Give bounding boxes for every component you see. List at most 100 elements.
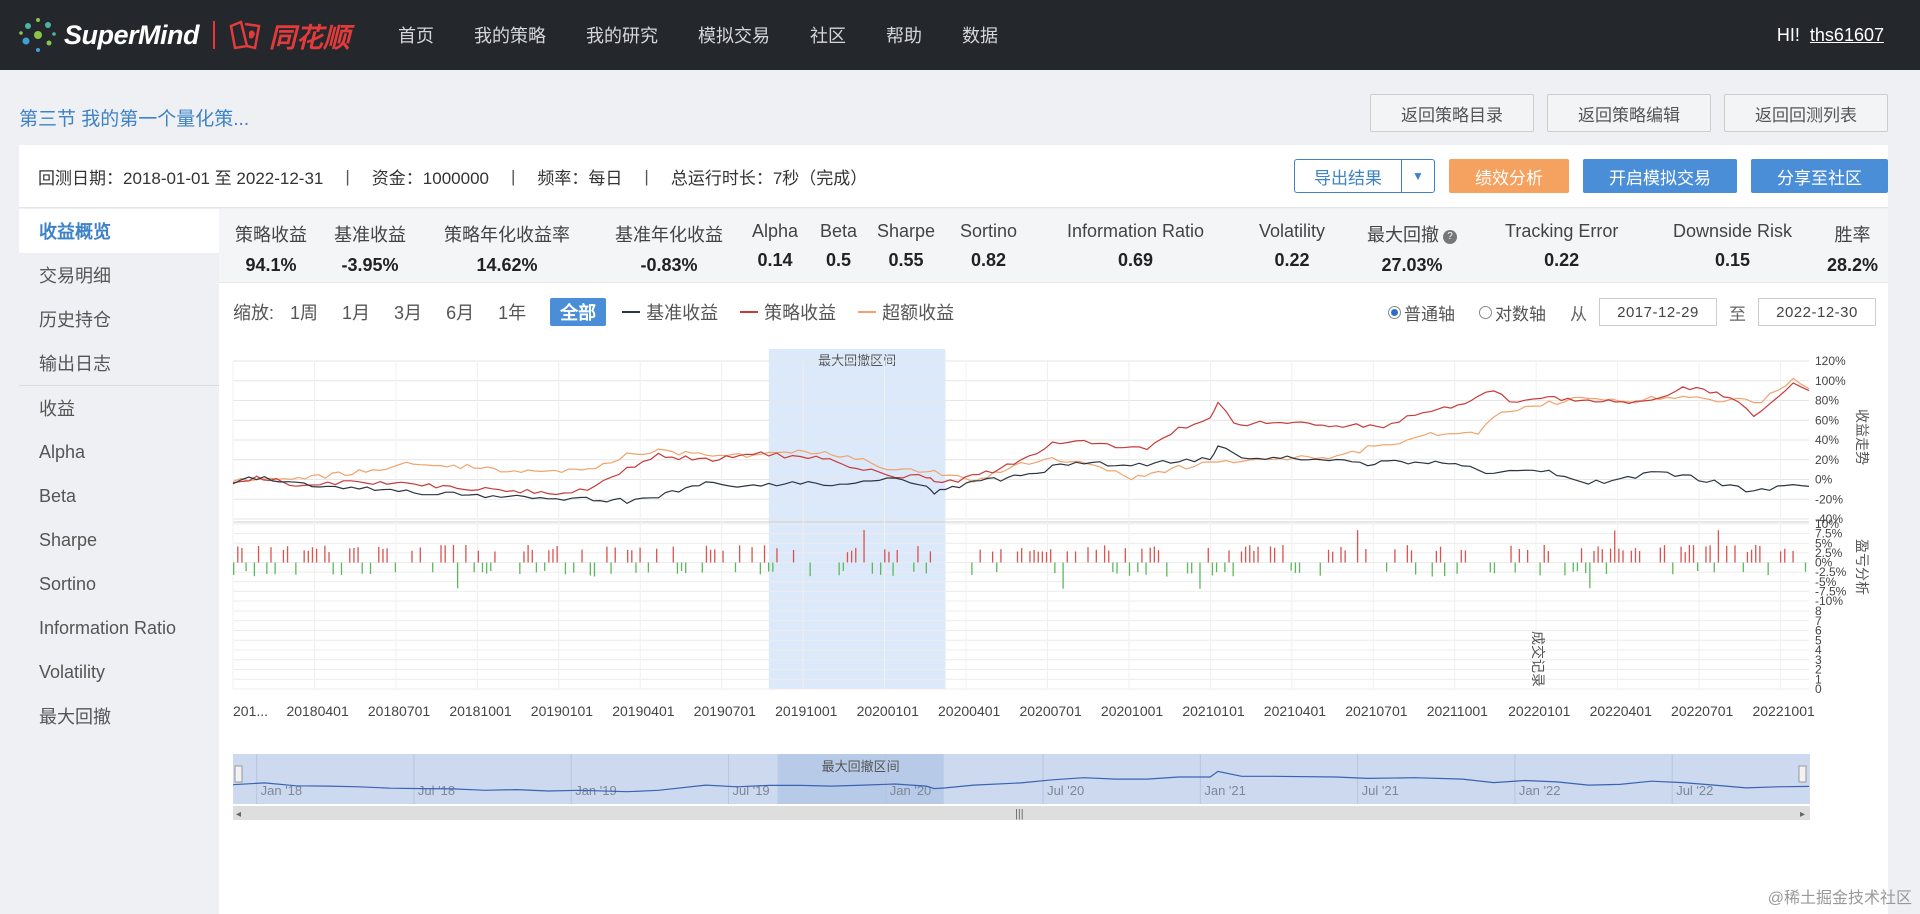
pnl-bars bbox=[233, 530, 1807, 589]
sidebar-item-logs[interactable]: 输出日志 bbox=[19, 341, 219, 385]
metric-label: Beta bbox=[820, 221, 858, 241]
sidebar-item-information-ratio[interactable]: Information Ratio bbox=[19, 606, 219, 650]
brand-name: SuperMind bbox=[64, 19, 200, 50]
navigator-right-handle[interactable] bbox=[1798, 765, 1807, 783]
profit-bar bbox=[917, 546, 919, 563]
scroll-left-icon[interactable]: ◂ bbox=[236, 809, 241, 820]
nav-data[interactable]: 数据 bbox=[962, 22, 998, 48]
axis-normal-radio[interactable]: 普通轴 bbox=[1388, 300, 1455, 325]
legend-strategy[interactable]: 策略收益 bbox=[740, 299, 836, 325]
back-to-backtest-list-button[interactable]: 返回回测列表 bbox=[1724, 94, 1888, 132]
chevron-down-icon[interactable]: ▼ bbox=[1402, 160, 1434, 192]
profit-bar bbox=[1622, 550, 1624, 563]
metric-value: 0.5 bbox=[826, 250, 852, 270]
zoom-1y[interactable]: 1年 bbox=[498, 299, 526, 325]
loss-bar bbox=[1191, 562, 1193, 574]
nav-help[interactable]: 帮助 bbox=[886, 22, 922, 48]
sidebar-item-beta[interactable]: Beta bbox=[19, 474, 219, 518]
returns-tick-label: 40% bbox=[1815, 433, 1839, 447]
zoom-6m[interactable]: 6月 bbox=[446, 299, 474, 325]
radio-icon[interactable] bbox=[1479, 305, 1492, 319]
loss-bar bbox=[394, 562, 397, 573]
excess-line bbox=[232, 377, 1810, 483]
export-results-button[interactable]: 导出结果 ▼ bbox=[1294, 159, 1435, 193]
metric-value: 0.69 bbox=[1118, 250, 1154, 270]
loss-bar bbox=[544, 562, 546, 571]
profit-bar bbox=[1464, 550, 1467, 563]
loss-bar bbox=[768, 562, 770, 572]
navigator-selection[interactable] bbox=[233, 754, 1810, 804]
loss-bar bbox=[589, 562, 591, 576]
loss-bar bbox=[913, 562, 915, 572]
loss-bar bbox=[685, 562, 687, 574]
backtest-chart[interactable]: 最大回撤区间 120%100%80%60%40%20%0%-20%-40%10%… bbox=[219, 339, 1888, 914]
share-to-community-button[interactable]: 分享至社区 bbox=[1751, 159, 1888, 193]
profit-bar bbox=[1746, 552, 1749, 563]
profit-bar bbox=[378, 546, 380, 563]
scroll-grip-icon[interactable]: ||| bbox=[1015, 808, 1024, 820]
nav-my-research[interactable]: 我的研究 bbox=[586, 22, 658, 48]
profit-bar bbox=[1601, 549, 1603, 563]
sidebar-item-overview[interactable]: 收益概览 bbox=[19, 209, 219, 253]
axis-normal-label: 普通轴 bbox=[1404, 304, 1455, 324]
back-to-strategy-list-button[interactable]: 返回策略目录 bbox=[1370, 94, 1534, 132]
range-navigator[interactable]: 最大回撤区间 Jan '18 Jul '18 Jan '19 Jul '19 Jan '… bbox=[232, 754, 1810, 820]
sidebar-item-holdings[interactable]: 历史持仓 bbox=[19, 297, 219, 341]
zoom-1w[interactable]: 1周 bbox=[290, 299, 318, 325]
page-title[interactable]: 第三节 我的第一个量化策... bbox=[19, 104, 249, 131]
performance-analysis-button[interactable]: 绩效分析 bbox=[1449, 159, 1569, 193]
sidebar-item-trades[interactable]: 交易明细 bbox=[19, 253, 219, 297]
nav-community[interactable]: 社区 bbox=[810, 22, 846, 48]
username-link[interactable]: ths61607 bbox=[1810, 25, 1884, 46]
sidebar-item-sharpe[interactable]: Sharpe bbox=[19, 518, 219, 562]
loss-bar bbox=[1116, 562, 1118, 574]
loss-bar bbox=[772, 562, 774, 572]
sidebar-item-alpha[interactable]: Alpha bbox=[19, 430, 219, 474]
metric-label: Sharpe bbox=[877, 221, 936, 241]
nav-home[interactable]: 首页 bbox=[398, 22, 434, 48]
chart-grid bbox=[232, 360, 1809, 690]
legend-benchmark[interactable]: 基准收益 bbox=[622, 299, 718, 325]
export-results-label[interactable]: 导出结果 bbox=[1295, 160, 1402, 192]
scroll-right-icon[interactable]: ▸ bbox=[1800, 809, 1805, 820]
loss-bar bbox=[1166, 562, 1168, 577]
loss-bar bbox=[1444, 562, 1446, 577]
profit-bar bbox=[1095, 549, 1097, 563]
supermind-logo[interactable]: SuperMind 同花顺 bbox=[18, 16, 350, 54]
axis-log-radio[interactable]: 对数轴 bbox=[1479, 300, 1546, 325]
profit-bar bbox=[1340, 546, 1342, 563]
sidebar-item-returns[interactable]: 收益 bbox=[19, 386, 219, 430]
profit-bar bbox=[1435, 550, 1438, 563]
zoom-3m[interactable]: 3月 bbox=[394, 299, 422, 325]
sidebar-item-volatility[interactable]: Volatility bbox=[19, 650, 219, 694]
metric-sharpe: Sharpe 0.55 bbox=[877, 221, 935, 271]
loss-bar bbox=[1431, 562, 1433, 577]
sidebar-item-sortino[interactable]: Sortino bbox=[19, 562, 219, 606]
start-sim-trading-button[interactable]: 开启模拟交易 bbox=[1583, 159, 1737, 193]
profit-bar bbox=[1630, 550, 1632, 563]
navigator-drawdown-label: 最大回撤区间 bbox=[822, 759, 900, 774]
benchmark-line bbox=[232, 445, 1810, 505]
legend-label: 基准收益 bbox=[646, 303, 719, 323]
metric-value: 0.22 bbox=[1544, 250, 1580, 270]
nav-sim-trading[interactable]: 模拟交易 bbox=[698, 22, 770, 48]
returns-tick-label: 20% bbox=[1815, 453, 1839, 467]
navigator-left-handle[interactable] bbox=[234, 765, 243, 783]
loss-bar bbox=[971, 562, 973, 575]
radio-icon[interactable] bbox=[1388, 305, 1401, 319]
help-icon[interactable]: ? bbox=[1443, 230, 1457, 244]
loss-bar bbox=[340, 562, 343, 576]
zoom-all[interactable]: 全部 bbox=[550, 298, 607, 326]
sidebar-item-max-drawdown[interactable]: 最大回撤 bbox=[19, 694, 219, 738]
back-to-strategy-edit-button[interactable]: 返回策略编辑 bbox=[1547, 94, 1711, 132]
zoom-1m[interactable]: 1月 bbox=[342, 299, 370, 325]
to-date-input[interactable]: 2022-12-30 bbox=[1758, 298, 1876, 326]
profit-bar bbox=[1759, 546, 1761, 563]
loss-bar bbox=[1112, 562, 1114, 573]
zoom-label: 缩放: bbox=[233, 303, 275, 323]
from-date-input[interactable]: 2017-12-29 bbox=[1599, 298, 1717, 326]
nav-my-strategies[interactable]: 我的策略 bbox=[474, 22, 546, 48]
loss-bar bbox=[1215, 562, 1218, 573]
legend-excess[interactable]: 超额收益 bbox=[858, 299, 954, 325]
metric-win-rate: 胜率 28.2% bbox=[1827, 221, 1878, 276]
